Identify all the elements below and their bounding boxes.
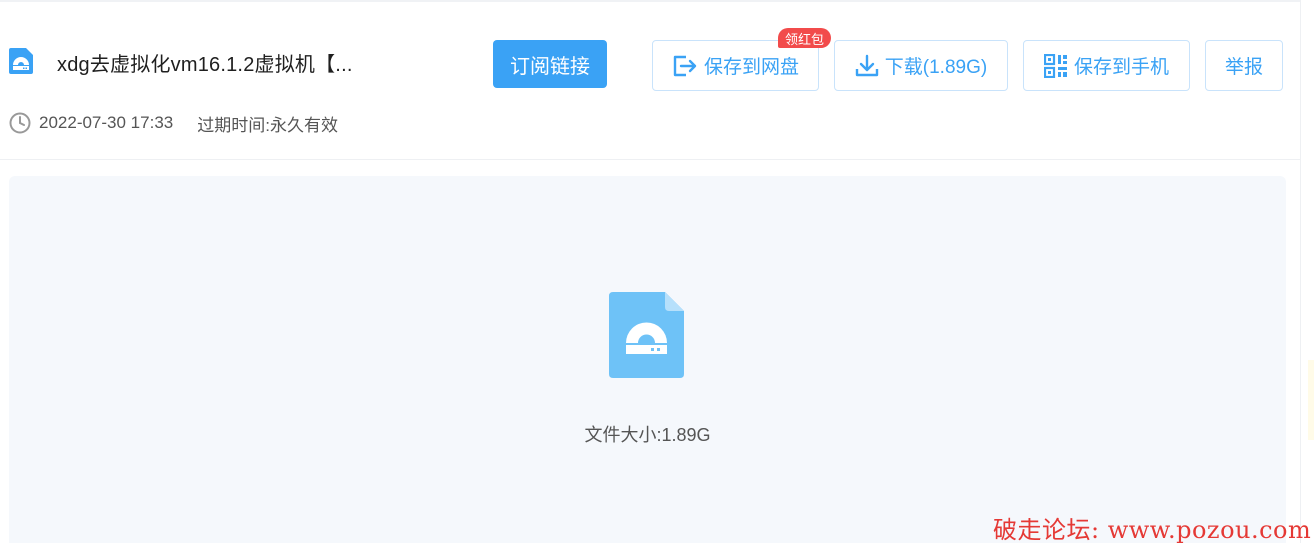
file-title: xdg去虚拟化vm16.1.2虚拟机【... — [57, 54, 353, 76]
file-header: xdg去虚拟化vm16.1.2虚拟机【... 订阅链接 保存到网盘 领红包 下载… — [0, 0, 1300, 160]
report-button[interactable]: 举报 — [1205, 40, 1283, 91]
save-to-phone-label: 保存到手机 — [1073, 57, 1169, 78]
qr-code-icon — [1043, 53, 1067, 78]
save-export-icon — [673, 55, 697, 76]
file-size-text: 文件大小:1.89G — [584, 425, 711, 445]
expire-value: 永久有效 — [269, 115, 338, 135]
right-scroll-edge — [1300, 0, 1314, 543]
download-label: 下载(1.89G) — [884, 57, 988, 78]
watermark-text: 破走论坛: www.pozou.com — [993, 516, 1312, 543]
file-preview-panel: 文件大小:1.89G — [9, 176, 1286, 543]
download-button[interactable]: 下载(1.89G) — [834, 40, 1008, 91]
expire-label: 过期时间: — [197, 115, 270, 135]
download-icon — [855, 54, 878, 76]
disk-image-icon — [9, 48, 33, 74]
file-meta: 2022-07-30 17:33 过期时间: 永久有效 — [9, 111, 338, 135]
subscribe-link-button[interactable]: 订阅链接 — [493, 40, 607, 88]
disk-image-icon — [609, 292, 684, 378]
save-to-phone-button[interactable]: 保存到手机 — [1023, 40, 1190, 91]
save-to-cloud-label: 保存到网盘 — [703, 57, 799, 78]
red-packet-badge[interactable]: 领红包 — [778, 28, 831, 48]
clock-icon — [9, 112, 31, 134]
share-date: 2022-07-30 17:33 — [39, 113, 174, 132]
right-edge-highlight — [1308, 360, 1314, 440]
